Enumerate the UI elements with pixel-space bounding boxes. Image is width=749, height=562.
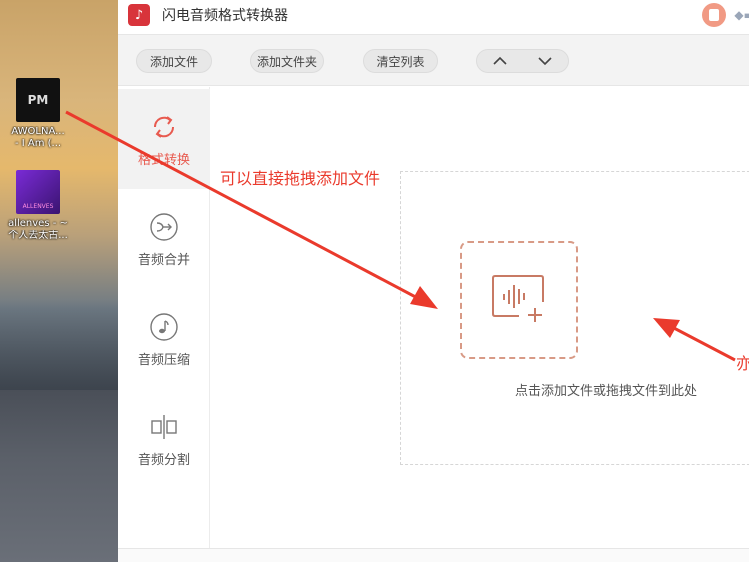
album-thumb-text: PM: [27, 93, 49, 107]
move-buttons: [476, 49, 569, 73]
sidebar-item-format-convert[interactable]: 格式转换: [118, 89, 210, 189]
sidebar-item-label: 音频分割: [137, 453, 190, 468]
refresh-icon: [148, 111, 180, 143]
main-area: 点击添加文件或拖拽文件到此处: [210, 87, 749, 547]
vip-diamond-icon[interactable]: ◆▬: [734, 8, 749, 22]
sidebar-item-label: 音频合并: [137, 253, 190, 268]
app-logo-glyph: ♪: [134, 7, 144, 23]
add-file-button[interactable]: 添加文件: [136, 49, 212, 73]
annotation-drag-note: 可以直接拖拽添加文件: [220, 169, 381, 188]
sidebar-item-label: 格式转换: [137, 153, 190, 168]
audio-add-icon: [492, 275, 544, 322]
clear-list-button[interactable]: 清空列表: [363, 49, 438, 73]
footer-bar: [118, 548, 749, 562]
add-file-drop-box[interactable]: [460, 241, 578, 359]
sidebar-item-audio-split[interactable]: 音频分割: [118, 389, 210, 489]
desktop-horizon: [0, 300, 118, 395]
user-avatar-icon[interactable]: [702, 3, 727, 27]
desktop-road: [0, 390, 118, 562]
add-folder-button[interactable]: 添加文件夹: [250, 49, 324, 73]
split-icon: [148, 411, 180, 443]
desktop-background: PM AWOLNA... - I Am (... ALLENVES allenv…: [0, 0, 118, 562]
chevron-down-icon: [538, 57, 552, 66]
album-thumbnail: PM: [16, 78, 60, 122]
toolbar: 添加文件 添加文件夹 清空列表: [118, 34, 749, 86]
sidebar-item-label: 音频压缩: [137, 353, 190, 368]
music-note-icon: [148, 311, 180, 343]
album-thumb-text: ALLENVES: [22, 203, 54, 210]
title-bar-right: ◆▬: [702, 3, 749, 27]
desktop-icon-label-line1: allenves - ~: [8, 218, 68, 229]
drop-hint-text: 点击添加文件或拖拽文件到此处: [515, 384, 698, 399]
desktop-icon-label-line2: - I Am (...: [14, 138, 62, 149]
title-bar: ♪ 闪电音频格式转换器 ◆▬: [118, 0, 749, 30]
desktop-icon-label-line2: 个人去太古...: [8, 230, 68, 241]
desktop-icon-allenves[interactable]: ALLENVES allenves - ~ 个人去太古...: [0, 170, 76, 242]
move-up-button[interactable]: [477, 50, 523, 72]
album-thumbnail: ALLENVES: [16, 170, 60, 214]
sidebar-item-audio-compress[interactable]: 音频压缩: [118, 289, 210, 389]
desktop-icon-awolnation[interactable]: PM AWOLNA... - I Am (...: [0, 78, 76, 150]
app-window: ♪ 闪电音频格式转换器 ◆▬ 添加文件 添加文件夹 清空列表: [118, 0, 749, 562]
chevron-up-icon: [493, 56, 507, 65]
merge-icon: [148, 211, 180, 243]
app-logo-icon: ♪: [128, 4, 150, 26]
sidebar: 格式转换 音频合并 音频压缩 音频分割: [118, 87, 210, 562]
sidebar-item-audio-merge[interactable]: 音频合并: [118, 189, 210, 289]
move-down-button[interactable]: [523, 50, 569, 72]
annotation-right-note: 亦: [736, 354, 749, 373]
app-title: 闪电音频格式转换器: [162, 8, 288, 24]
desktop-icon-label-line1: AWOLNA...: [11, 126, 65, 137]
